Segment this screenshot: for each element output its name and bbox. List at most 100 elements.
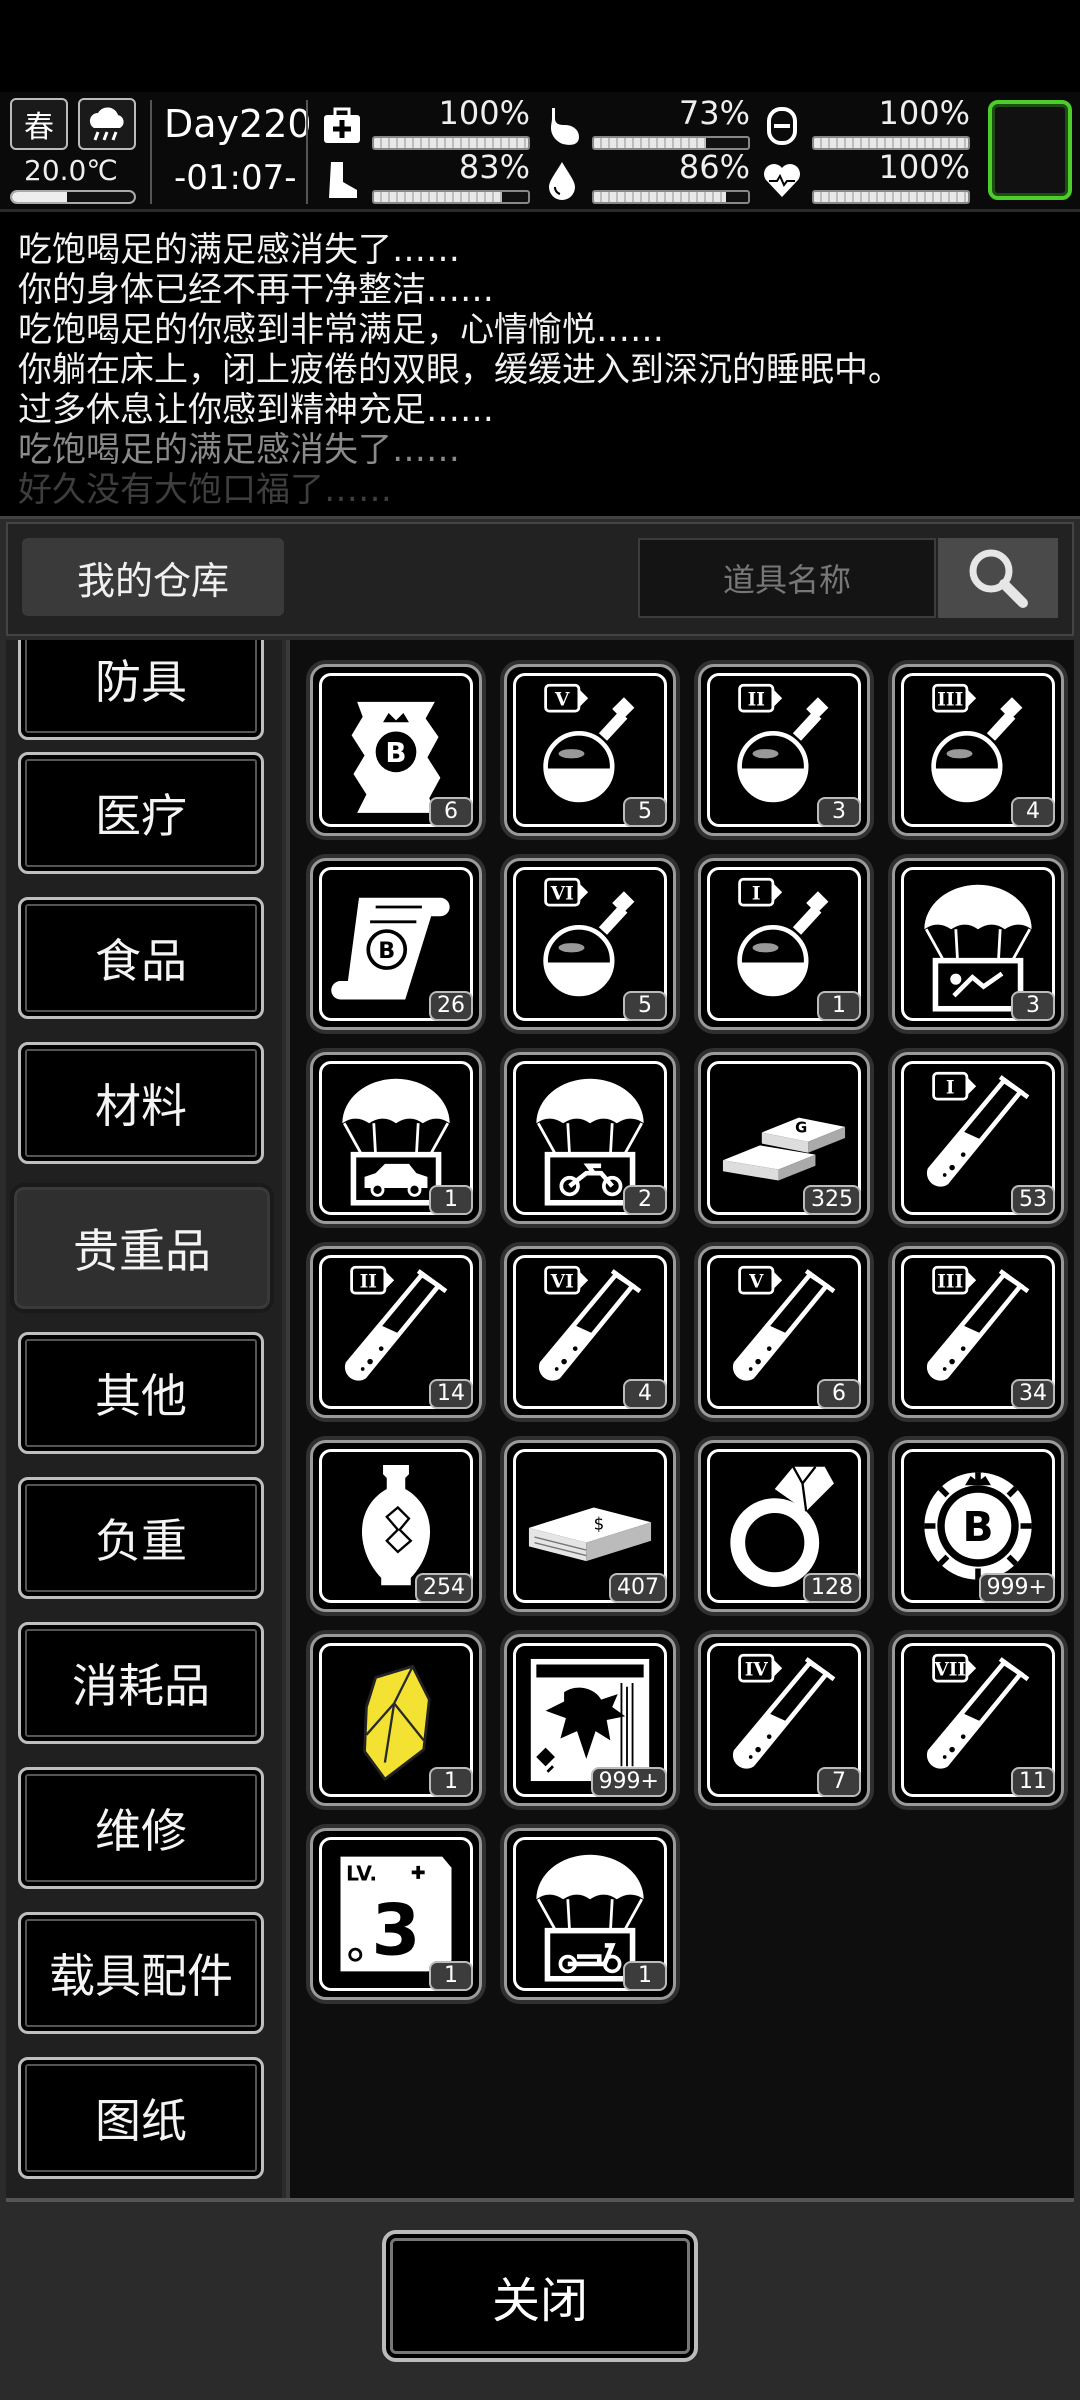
inventory-slot[interactable]: III 34 (892, 1246, 1064, 1418)
stat-heart: 100% (758, 148, 970, 206)
heart-icon (758, 156, 806, 204)
inventory-slot[interactable]: B 26 (310, 858, 482, 1030)
category-tab[interactable]: 食品 (18, 897, 264, 1019)
category-tab[interactable]: 贵重品 (14, 1187, 270, 1309)
category-tab[interactable]: 负重 (18, 1477, 264, 1599)
stat-boot: 83% (318, 148, 530, 206)
item-quantity: 999+ (978, 1573, 1055, 1603)
inventory-slot[interactable]: B6 (310, 664, 482, 836)
stat-bar (372, 190, 530, 204)
stat-water-drop: 86% (538, 148, 750, 206)
item-grid: B 6 V 5 II 3 III 4 B 26 VI 5 I 1 3 1 2 G 325 I 53 II 14 VI 4 V 6 II… (286, 640, 1074, 2198)
svg-text:$: $ (594, 1515, 605, 1534)
svg-text:VII: VII (933, 1660, 966, 1681)
svg-text:III: III (937, 1272, 963, 1293)
status-bar: 春 20.0℃ Day220 -01:07- 100% 73% 100% 83% 86%… (0, 92, 1080, 212)
svg-text:V: V (554, 690, 570, 711)
inventory-slot[interactable]: V5 (504, 664, 676, 836)
search-button[interactable] (938, 538, 1058, 618)
category-tab[interactable]: 维修 (18, 1767, 264, 1889)
item-quantity: 254 (415, 1573, 473, 1603)
category-tab[interactable]: 消耗品 (18, 1622, 264, 1744)
boot-icon (318, 156, 366, 204)
item-quantity: 34 (1011, 1379, 1055, 1409)
item-quantity: 4 (623, 1379, 667, 1409)
season-label: 春 (24, 110, 54, 145)
item-quantity: 1 (817, 991, 861, 1021)
stat-bar (812, 190, 970, 204)
svg-text:B: B (962, 1503, 993, 1551)
temperature-gauge (10, 190, 136, 204)
inventory-slot[interactable]: 1 (310, 1634, 482, 1806)
svg-text:I: I (752, 884, 761, 905)
item-quantity: 11 (1011, 1767, 1055, 1797)
equipped-item-slot[interactable] (988, 100, 1072, 200)
inventory-slot[interactable]: II 3 (698, 664, 870, 836)
search-icon (969, 549, 1028, 608)
item-quantity: 6 (429, 797, 473, 827)
category-tab[interactable]: 图纸 (18, 2057, 264, 2179)
inventory-slot[interactable]: G 325 (698, 1052, 870, 1224)
inventory-slot[interactable]: III 4 (892, 664, 1064, 836)
item-quantity: 1 (623, 1961, 667, 1991)
item-quantity: 1 (429, 1961, 473, 1991)
svg-text:V: V (748, 1272, 764, 1293)
temperature-label: 20.0℃ (24, 154, 118, 187)
inventory-slot[interactable]: 1 (504, 1828, 676, 2000)
stat-value: 100% (878, 94, 970, 132)
item-quantity: 5 (623, 797, 667, 827)
stomach-icon (538, 102, 586, 150)
log-line: 吃饱喝足的满足感消失了…… (18, 230, 460, 270)
inventory-slot[interactable]: VII 11 (892, 1634, 1064, 1806)
item-search-input[interactable]: 道具名称 (638, 538, 936, 618)
stat-value: 100% (438, 94, 530, 132)
item-quantity: 999+ (590, 1767, 667, 1797)
energy-icon (758, 102, 806, 150)
inventory-slot[interactable]: IV 7 (698, 1634, 870, 1806)
category-list[interactable]: 防具医疗食品材料贵重品其他负重消耗品维修载具配件图纸 (6, 640, 282, 2198)
inventory-slot[interactable]: $407 (504, 1440, 676, 1612)
category-tab[interactable]: 载具配件 (18, 1912, 264, 2034)
stat-bar (592, 190, 750, 204)
log-line: 吃饱喝足的满足感消失了…… (18, 430, 460, 470)
svg-text:B: B (385, 736, 406, 769)
close-button[interactable]: 关闭 (382, 2230, 698, 2362)
inventory-slot[interactable]: 3 (892, 858, 1064, 1030)
inventory-slot[interactable]: VI 5 (504, 858, 676, 1030)
stat-stomach: 73% (538, 94, 750, 152)
stat-value: 86% (678, 148, 750, 186)
clock: -01:07- (174, 158, 297, 198)
season-badge: 春 (10, 98, 68, 150)
water-drop-icon (538, 156, 586, 204)
stat-medkit: 100% (318, 94, 530, 152)
svg-text:B: B (378, 938, 395, 964)
inventory-slot[interactable]: 1 (310, 1052, 482, 1224)
inventory-slot[interactable]: B 999+ (892, 1440, 1064, 1612)
stat-energy: 100% (758, 94, 970, 152)
stat-value: 83% (458, 148, 530, 186)
inventory-slot[interactable]: I1 (698, 858, 870, 1030)
item-quantity: 26 (429, 991, 473, 1021)
stat-value: 73% (678, 94, 750, 132)
item-quantity: 1 (429, 1185, 473, 1215)
category-tab[interactable]: 防具 (18, 640, 264, 740)
category-tab[interactable]: 其他 (18, 1332, 264, 1454)
inventory-slot[interactable]: LV. 3 1 (310, 1828, 482, 2000)
inventory-slot[interactable]: VI 4 (504, 1246, 676, 1418)
inventory-slot[interactable]: 128 (698, 1440, 870, 1612)
svg-text:II: II (748, 690, 765, 711)
category-tab[interactable]: 医疗 (18, 752, 264, 874)
message-log: 吃饱喝足的满足感消失了…… 你的身体已经不再干净整洁…… 吃饱喝足的你感到非常满足，… (0, 222, 1080, 512)
log-line: 吃饱喝足的你感到非常满足，心情愉悦…… (18, 310, 664, 350)
item-quantity: 2 (623, 1185, 667, 1215)
storage-title: 我的仓库 (22, 538, 284, 616)
inventory-slot[interactable]: 254 (310, 1440, 482, 1612)
medkit-icon (318, 102, 366, 150)
category-tab[interactable]: 材料 (18, 1042, 264, 1164)
item-quantity: 5 (623, 991, 667, 1021)
inventory-slot[interactable]: 999+ (504, 1634, 676, 1806)
inventory-slot[interactable]: 2 (504, 1052, 676, 1224)
inventory-slot[interactable]: I 53 (892, 1052, 1064, 1224)
inventory-slot[interactable]: V6 (698, 1246, 870, 1418)
inventory-slot[interactable]: II 14 (310, 1246, 482, 1418)
